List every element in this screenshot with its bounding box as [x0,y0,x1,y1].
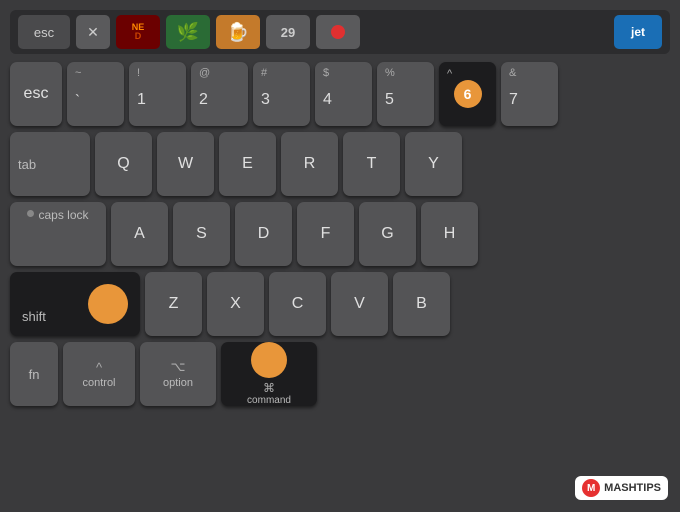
key-shift-left[interactable]: shift [10,272,140,336]
key-t[interactable]: T [343,132,400,196]
command-label: command [247,395,291,406]
key-b[interactable]: B [393,272,450,336]
key-fn[interactable]: fn [10,342,58,406]
leaf-icon: 🌿 [177,22,199,43]
key-2[interactable]: @ 2 [191,62,248,126]
caps-indicator [27,210,34,217]
touchbar-ned-app[interactable]: NED [116,15,160,49]
watermark: M MASHTIPS [575,476,668,500]
touchbar-29-app[interactable]: 29 [266,15,310,49]
keyboard-container: esc ✕ NED 🌿 🍺 29 jet esc ~ ` [0,0,680,512]
bottom-row: fn ^ control ⌥ option ⌘ command [10,342,670,406]
command-orange-indicator [251,342,287,378]
touchbar-rec-app[interactable] [316,15,360,49]
asdf-row: caps lock A S D F G H [10,202,670,266]
number-row: esc ~ ` ! 1 @ 2 # 3 $ 4 % [10,62,670,126]
zxcv-row: shift Z X C V B [10,272,670,336]
touchbar-close-btn[interactable]: ✕ [76,15,110,49]
key-d[interactable]: D [235,202,292,266]
key-option[interactable]: ⌥ option [140,342,216,406]
key-s[interactable]: S [173,202,230,266]
touchbar-leaf-app[interactable]: 🌿 [166,15,210,49]
close-icon: ✕ [87,24,99,41]
key-h[interactable]: H [421,202,478,266]
key-a[interactable]: A [111,202,168,266]
caps-label: caps lock [38,208,88,222]
key-y[interactable]: Y [405,132,462,196]
touchbar-esc[interactable]: esc [18,15,70,49]
touchbar-cup-app[interactable]: 🍺 [216,15,260,49]
key-r[interactable]: R [281,132,338,196]
touch-bar: esc ✕ NED 🌿 🍺 29 jet [10,10,670,54]
key-v[interactable]: V [331,272,388,336]
mashtips-logo-m: M [582,479,600,497]
key-3[interactable]: # 3 [253,62,310,126]
key-command[interactable]: ⌘ command [221,342,317,406]
key-6[interactable]: ^ 6 [439,62,496,126]
control-label: control [82,377,115,389]
shift-label: shift [22,309,46,324]
key-q[interactable]: Q [95,132,152,196]
key-z[interactable]: Z [145,272,202,336]
option-label: option [163,377,193,389]
key-4[interactable]: $ 4 [315,62,372,126]
key-7[interactable]: & 7 [501,62,558,126]
key-control[interactable]: ^ control [63,342,135,406]
key-esc[interactable]: esc [10,62,62,126]
qwerty-row: tab Q W E R T Y [10,132,670,196]
key-e[interactable]: E [219,132,276,196]
key-1[interactable]: ! 1 [129,62,186,126]
cup-icon: 🍺 [227,22,249,43]
key-f[interactable]: F [297,202,354,266]
key-g[interactable]: G [359,202,416,266]
key-tilde[interactable]: ~ ` [67,62,124,126]
shift-orange-indicator [88,284,128,324]
esc-label: esc [24,85,49,103]
mashtips-text: MASHTIPS [604,482,661,494]
key-caps-lock[interactable]: caps lock [10,202,106,266]
fn-label: fn [29,367,40,382]
key-5[interactable]: % 5 [377,62,434,126]
key-tab[interactable]: tab [10,132,90,196]
key-c[interactable]: C [269,272,326,336]
tab-label: tab [18,157,36,172]
record-icon [331,25,345,39]
key-w[interactable]: W [157,132,214,196]
keyboard: esc ~ ` ! 1 @ 2 # 3 $ 4 % [10,62,670,406]
key-6-badge: 6 [454,80,482,108]
touchbar-jet[interactable]: jet [614,15,662,49]
key-x[interactable]: X [207,272,264,336]
